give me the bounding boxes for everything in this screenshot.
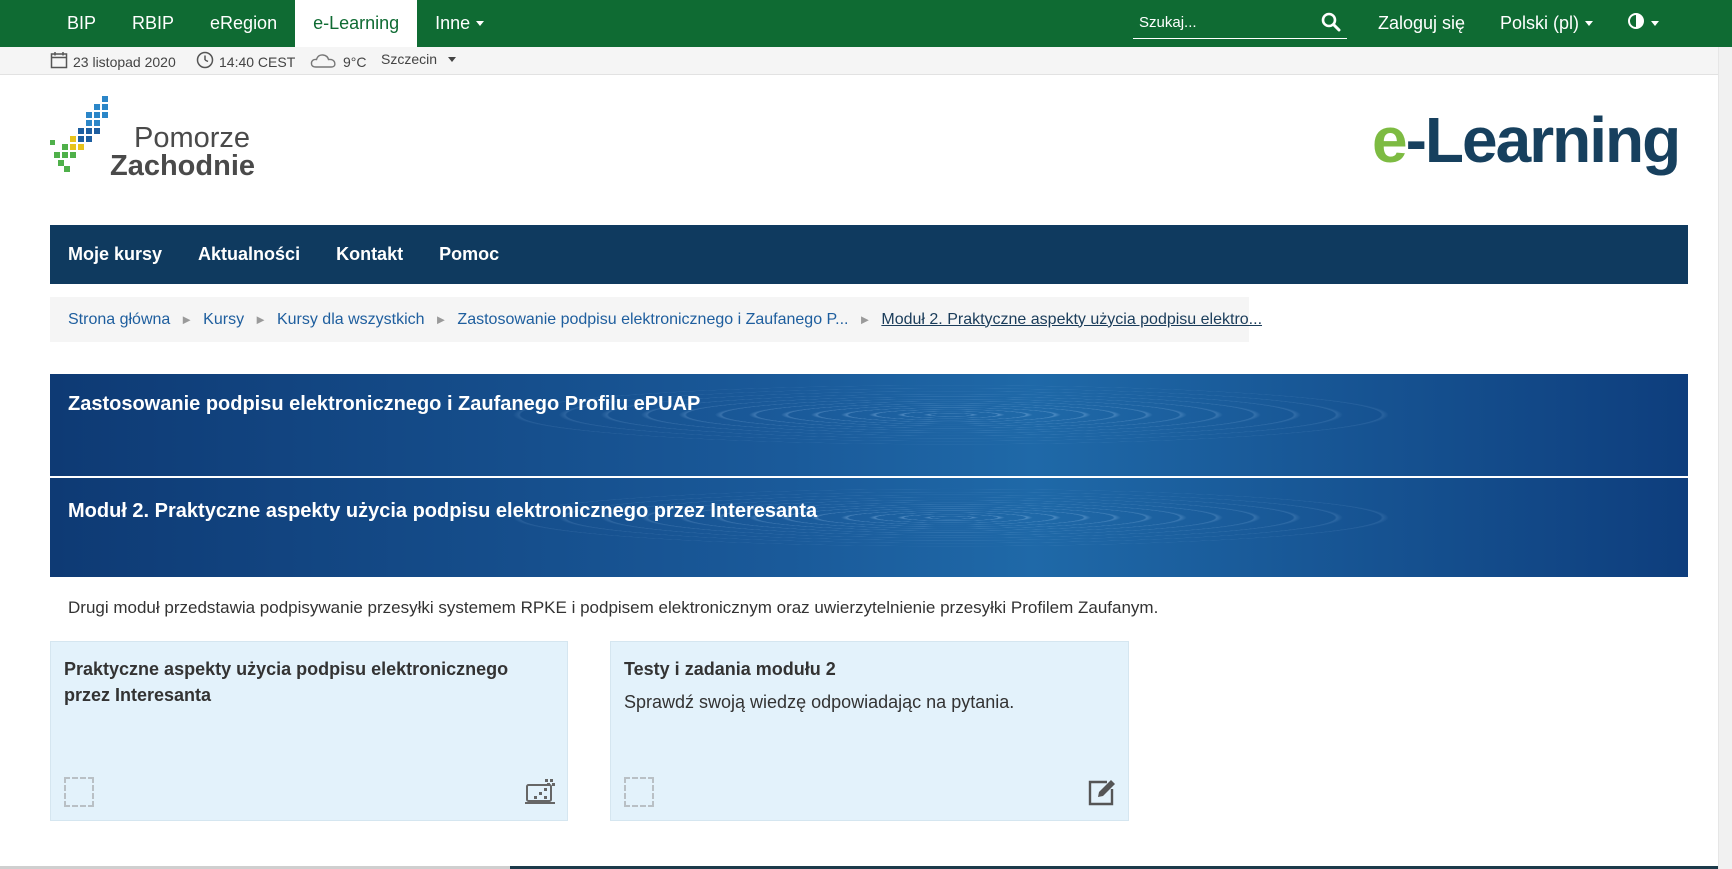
chevron-down-icon [1585,21,1594,26]
login-link[interactable]: Zaloguj się [1378,0,1465,47]
activity-title[interactable]: Testy i zadania modułu 2 [624,656,1088,682]
elearning-logo-rest: -Learning [1405,104,1682,176]
breadcrumb-home[interactable]: Strona główna [68,311,170,329]
topnav-inne-dropdown[interactable]: Inne [417,0,502,47]
course-header-banner: Zastosowanie podpisu elektronicznego i Z… [50,374,1688,476]
login-label: Zaloguj się [1378,13,1466,33]
language-label: Polski (pl) [1500,13,1580,33]
contrast-dropdown[interactable] [1627,0,1659,47]
nav-news[interactable]: Aktualności [198,244,300,265]
completion-checkbox[interactable] [624,777,654,807]
contrast-icon [1627,12,1645,35]
activity-description: Sprawdź swoją wiedzę odpowiadając na pyt… [624,692,1015,712]
breadcrumb-courses[interactable]: Kursy [203,311,244,329]
scorm-package-icon [525,777,555,807]
cloud-icon [310,51,338,72]
page-scrollbar[interactable] [1718,47,1732,869]
module-title: Moduł 2. Praktyczne aspekty użycia podpi… [68,500,818,522]
clock-icon [196,51,214,72]
nav-my-courses[interactable]: Moje kursy [68,244,162,265]
search-input[interactable] [1137,10,1311,34]
date-item: 23 listopad 2020 [50,51,176,72]
language-dropdown[interactable]: Polski (pl) [1500,0,1594,47]
city-text: Szczecin [381,51,438,67]
logo-line2: Zachodnie [110,150,256,182]
topnav-rbip-label: RBIP [132,13,175,33]
chevron-down-icon [476,21,485,26]
main-nav: Moje kursy Aktualności Kontakt Pomoc [50,225,1688,284]
topnav-elearning-label: e-Learning [313,13,400,33]
pomorze-zachodnie-emblem-icon [50,96,108,172]
topnav-bip-label: BIP [67,13,97,33]
city-dropdown[interactable]: Szczecin [381,51,457,67]
search-icon[interactable] [1321,12,1341,37]
topnav-eregion[interactable]: eRegion [192,0,295,47]
course-title: Zastosowanie podpisu elektronicznego i Z… [68,393,701,415]
elearning-logo[interactable]: e-Learning [1372,108,1681,172]
breadcrumb: Strona główna ► Kursy ► Kursy dla wszyst… [50,297,1262,342]
time-text: 14:40 CEST [219,53,296,70]
activity-title[interactable]: Praktyczne aspekty użycia podpisu elektr… [64,656,527,708]
chevron-down-icon [1651,21,1659,26]
weather-item: 9°C [310,51,367,72]
module-description: Drugi moduł przedstawia podpisywanie prz… [68,598,1159,617]
topnav-eregion-label: eRegion [210,13,278,33]
breadcrumb-courses-for-all[interactable]: Kursy dla wszystkich [277,311,425,329]
topnav-inne-label: Inne [435,13,471,33]
activity-card-scorm[interactable]: Praktyczne aspekty użycia podpisu elektr… [50,641,568,821]
breadcrumb-course[interactable]: Zastosowanie podpisu elektronicznego i Z… [457,311,848,329]
breadcrumb-separator: ► [434,312,448,327]
quiz-edit-icon [1086,777,1116,807]
pomorze-zachodnie-logo[interactable]: Pomorze Zachodnie [48,92,268,188]
top-nav: BIP RBIP eRegion e-Learning Inne [0,0,502,47]
time-item: 14:40 CEST [196,51,295,72]
elearning-logo-e: e [1372,104,1408,176]
activity-card-quiz[interactable]: Testy i zadania modułu 2 Sprawdź swoją w… [610,641,1129,821]
info-bar: 23 listopad 2020 14:40 CEST 9°C Szczecin [0,47,1732,75]
topnav-bip[interactable]: BIP [0,0,114,47]
top-bar: BIP RBIP eRegion e-Learning Inne Zaloguj… [0,0,1732,47]
date-text: 23 listopad 2020 [73,53,176,70]
topnav-elearning[interactable]: e-Learning [295,0,418,47]
breadcrumb-module[interactable]: Moduł 2. Praktyczne aspekty użycia podpi… [881,311,1262,329]
completion-checkbox[interactable] [64,777,94,807]
chevron-down-icon [448,56,457,62]
module-header-banner: Moduł 2. Praktyczne aspekty użycia podpi… [50,478,1688,577]
breadcrumb-separator: ► [180,312,194,327]
search-box [1133,6,1347,39]
breadcrumb-separator: ► [254,312,267,327]
temperature-text: 9°C [343,53,367,70]
nav-contact[interactable]: Kontakt [336,244,403,265]
breadcrumb-separator: ► [858,312,872,327]
nav-help[interactable]: Pomoc [439,244,499,265]
topnav-rbip[interactable]: RBIP [114,0,192,47]
calendar-icon [50,51,68,72]
